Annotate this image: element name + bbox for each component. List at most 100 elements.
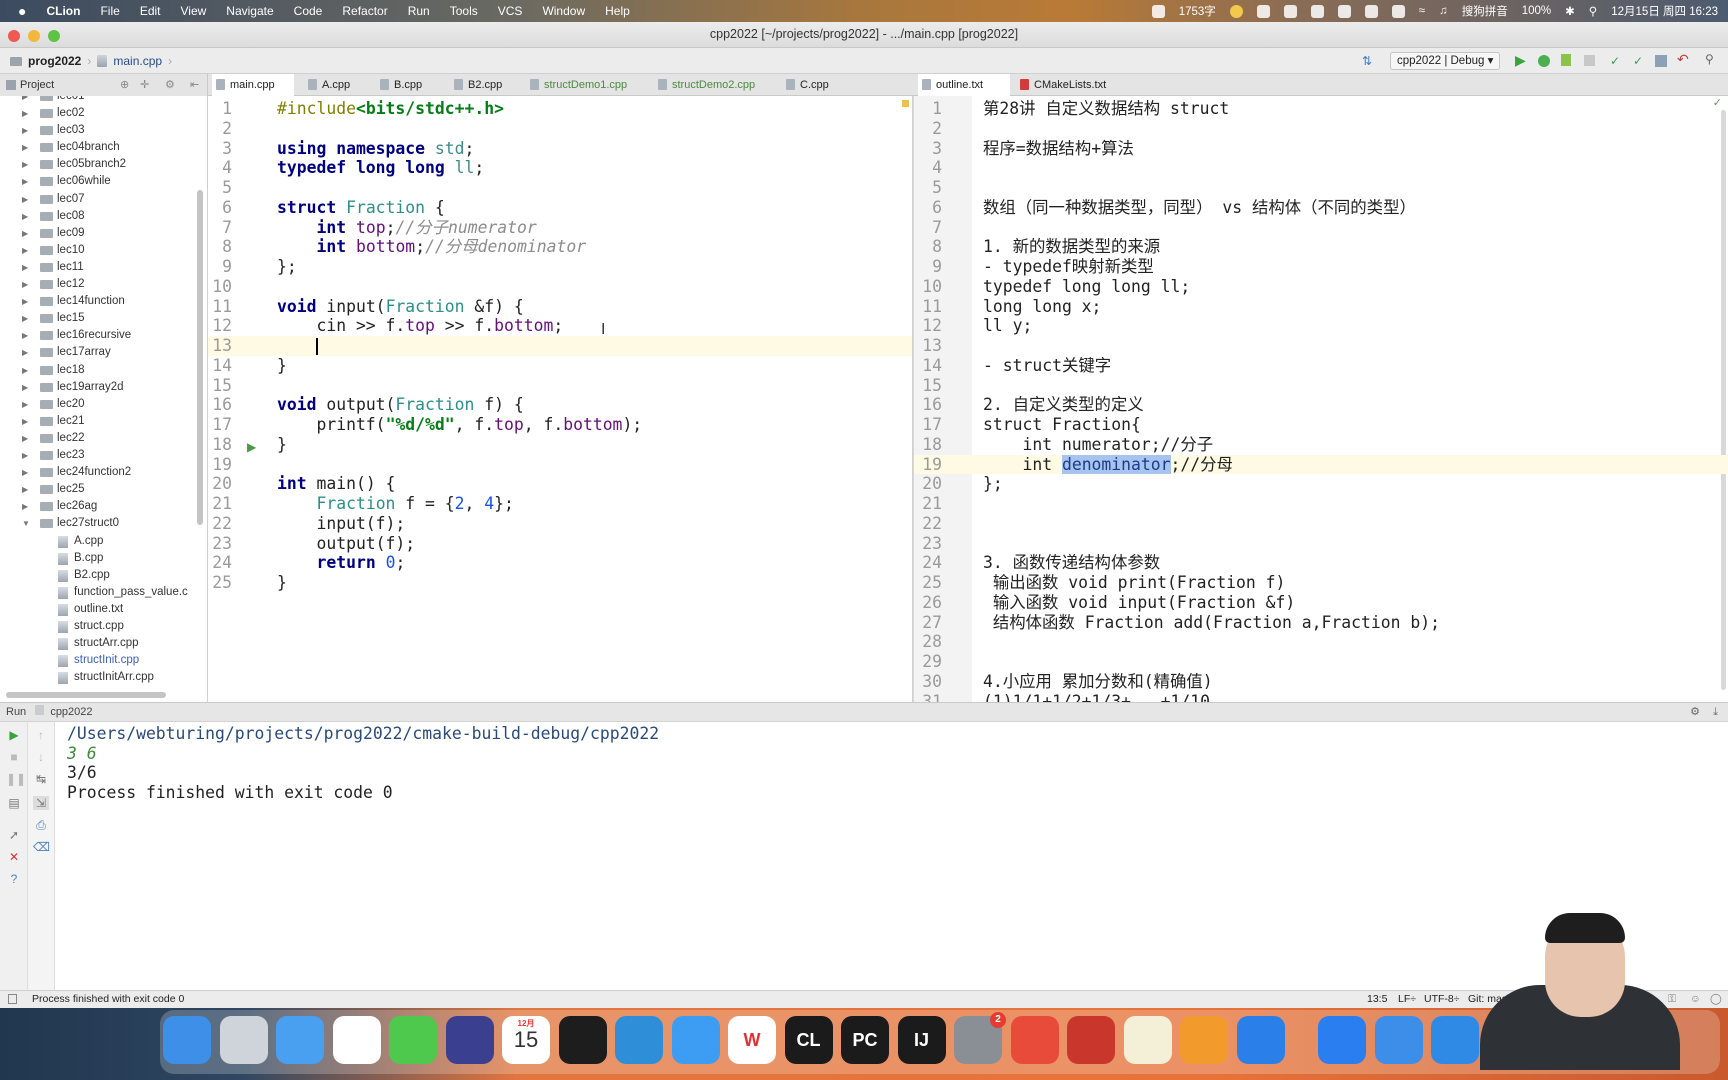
close-icon[interactable]: ✕ bbox=[6, 850, 22, 864]
expand-right-icon[interactable]: ▶ bbox=[22, 122, 28, 139]
dock-system-preferences-icon[interactable]: 2 bbox=[954, 1012, 1006, 1064]
text-editor-outline-txt[interactable]: ✓ 1 第28讲 自定义数据结构 struct 2 3 程序=数据结构+算法 4 5 6 数组（… bbox=[914, 96, 1728, 702]
code-line[interactable]: } bbox=[277, 435, 287, 455]
battery-percent[interactable]: 100% bbox=[1522, 5, 1551, 17]
tab-cmakelists-txt[interactable]: CMakeLists.txt bbox=[1016, 74, 1106, 96]
vcs-commit-icon[interactable]: ✓ bbox=[1633, 54, 1647, 68]
dock-qq-icon[interactable] bbox=[332, 1016, 381, 1064]
text-line[interactable]: ll y; bbox=[983, 316, 1032, 336]
tree-folder[interactable]: ▶ lec17array bbox=[0, 344, 207, 361]
inspection-ok-icon[interactable]: ✓ bbox=[1713, 96, 1722, 109]
coverage-icon[interactable] bbox=[1561, 54, 1571, 66]
dock-feishu-icon[interactable] bbox=[1010, 1016, 1059, 1064]
build-icon[interactable]: ⇅ bbox=[1362, 54, 1376, 68]
tree-folder[interactable]: ▶ lec01 bbox=[0, 96, 207, 105]
menu-tools[interactable]: Tools bbox=[450, 4, 478, 18]
tree-folder[interactable]: ▶ lec05branch2 bbox=[0, 156, 207, 173]
breadcrumb-project[interactable]: prog2022 bbox=[28, 54, 81, 68]
expand-right-icon[interactable]: ▶ bbox=[22, 344, 28, 361]
menu-navigate[interactable]: Navigate bbox=[226, 4, 273, 18]
expand-right-icon[interactable]: ▶ bbox=[22, 173, 28, 190]
tree-folder[interactable]: ▶ lec10 bbox=[0, 242, 207, 259]
dock-finder-icon[interactable] bbox=[163, 1016, 211, 1064]
revert-icon[interactable]: ↶ bbox=[1677, 51, 1691, 67]
expand-right-icon[interactable]: ▶ bbox=[22, 481, 28, 498]
text-line[interactable]: typedef long long ll; bbox=[983, 277, 1190, 297]
project-tree-scrollbar[interactable] bbox=[197, 190, 203, 525]
emoji-icon[interactable] bbox=[1229, 4, 1243, 18]
tree-folder[interactable]: ▶ lec21 bbox=[0, 413, 207, 430]
input-method[interactable]: 搜狗拼音 bbox=[1462, 3, 1508, 19]
pause-icon[interactable]: ❚❚ bbox=[6, 772, 26, 786]
tab-outline-txt[interactable]: outline.txt bbox=[918, 74, 1010, 96]
tree-file[interactable]: structInit.cpp bbox=[0, 652, 207, 669]
tab-main-cpp[interactable]: main.cpp bbox=[212, 74, 294, 96]
expand-right-icon[interactable]: ▶ bbox=[22, 105, 28, 122]
expand-right-icon[interactable]: ▶ bbox=[22, 413, 28, 430]
tree-folder[interactable]: ▶ lec02 bbox=[0, 105, 207, 122]
help-icon[interactable]: ? bbox=[6, 872, 22, 886]
tree-folder[interactable]: ▶ lec06while bbox=[0, 173, 207, 190]
dock-xcode-icon[interactable] bbox=[1374, 1016, 1423, 1064]
notification-icon[interactable] bbox=[1310, 4, 1324, 18]
collapse-icon[interactable]: ✛ bbox=[140, 74, 149, 96]
menu-help[interactable]: Help bbox=[605, 4, 630, 18]
dock-edge-icon[interactable] bbox=[615, 1016, 663, 1064]
code-line[interactable]: return 0; bbox=[277, 553, 405, 573]
code-line[interactable]: struct Fraction { bbox=[277, 198, 445, 218]
wifi-icon[interactable]: ≈ bbox=[1419, 5, 1425, 17]
text-line[interactable]: (1)1/1+1/2+1/3+...+1/10 bbox=[983, 692, 1210, 703]
expand-right-icon[interactable]: ▶ bbox=[22, 327, 28, 344]
tree-folder[interactable]: ▶ lec22 bbox=[0, 430, 207, 447]
menu-view[interactable]: View bbox=[181, 4, 207, 18]
toggle-tool-windows-icon[interactable] bbox=[8, 994, 17, 1004]
menu-file[interactable]: File bbox=[100, 4, 119, 18]
expand-right-icon[interactable]: ▶ bbox=[22, 362, 28, 379]
code-line[interactable]: output(f); bbox=[277, 534, 415, 554]
tree-folder[interactable]: ▶ lec19array2d bbox=[0, 379, 207, 396]
debug-icon[interactable] bbox=[1538, 55, 1550, 67]
code-editor-main-cpp[interactable]: ▶ I 1 #include<bits/stdc++.h> 2 3 using name… bbox=[208, 96, 913, 702]
tree-folder[interactable]: ▶ lec08 bbox=[0, 208, 207, 225]
text-line[interactable]: 输出函数 void print(Fraction f) bbox=[983, 573, 1286, 593]
dock-launchpad-icon[interactable] bbox=[219, 1016, 268, 1064]
run-console[interactable]: /Users/webturing/projects/prog2022/cmake… bbox=[0, 722, 1728, 990]
code-line[interactable] bbox=[277, 336, 319, 356]
bluetooth-icon[interactable]: ✱ bbox=[1565, 4, 1575, 18]
code-line[interactable]: int main() { bbox=[277, 474, 395, 494]
pin-icon[interactable]: ➚ bbox=[6, 828, 22, 842]
code-line[interactable]: input(f); bbox=[277, 514, 405, 534]
dock-lark-icon[interactable] bbox=[1318, 1016, 1366, 1064]
line-separator[interactable]: LF÷ bbox=[1398, 991, 1416, 1008]
tab-structdemo1-cpp[interactable]: structDemo1.cpp bbox=[526, 74, 627, 96]
tab-a-cpp[interactable]: A.cpp bbox=[304, 74, 350, 96]
expand-right-icon[interactable]: ▶ bbox=[22, 208, 28, 225]
dock-app-upload-icon[interactable] bbox=[1236, 1016, 1285, 1064]
text-line[interactable]: 结构体函数 Fraction add(Fraction a,Fraction b… bbox=[983, 613, 1440, 633]
code-line[interactable]: Fraction f = {2, 4}; bbox=[277, 494, 513, 514]
vcs-history-icon[interactable] bbox=[1655, 55, 1667, 67]
analysis-status-icon[interactable] bbox=[902, 100, 909, 107]
text-line[interactable]: - struct关键字 bbox=[983, 356, 1111, 376]
gear-icon[interactable]: ⚙ bbox=[165, 74, 175, 96]
dock-siri-icon[interactable] bbox=[445, 1016, 494, 1064]
expand-right-icon[interactable]: ▶ bbox=[22, 293, 28, 310]
tree-folder[interactable]: ▶ lec26ag bbox=[0, 498, 207, 515]
up-arrow-icon[interactable]: ↑ bbox=[33, 728, 49, 742]
code-line[interactable]: void input(Fraction &f) { bbox=[277, 297, 524, 317]
dock-lemon-icon[interactable] bbox=[1123, 1016, 1172, 1064]
minimize-panel-icon[interactable]: ⤓ bbox=[1713, 703, 1718, 722]
text-line[interactable]: int denominator;//分母 bbox=[983, 454, 1233, 475]
tree-folder[interactable]: ▶ lec20 bbox=[0, 396, 207, 413]
expand-right-icon[interactable]: ▶ bbox=[22, 139, 28, 156]
expand-right-icon[interactable]: ▶ bbox=[22, 464, 28, 481]
input-icon[interactable] bbox=[1283, 4, 1297, 18]
tree-folder[interactable]: ▶ lec18 bbox=[0, 362, 207, 379]
expand-right-icon[interactable]: ▶ bbox=[22, 242, 28, 259]
tree-folder[interactable]: ▶ lec15 bbox=[0, 310, 207, 327]
tree-folder[interactable]: ▶ lec24function2 bbox=[0, 464, 207, 481]
text-line[interactable]: 数组（同一种数据类型，同型） vs 结构体（不同的类型） bbox=[983, 198, 1416, 218]
spotlight-icon[interactable]: ⚲ bbox=[1589, 4, 1597, 18]
stop-icon[interactable] bbox=[1584, 55, 1595, 66]
gear-icon[interactable]: ⚙ bbox=[1690, 703, 1700, 722]
